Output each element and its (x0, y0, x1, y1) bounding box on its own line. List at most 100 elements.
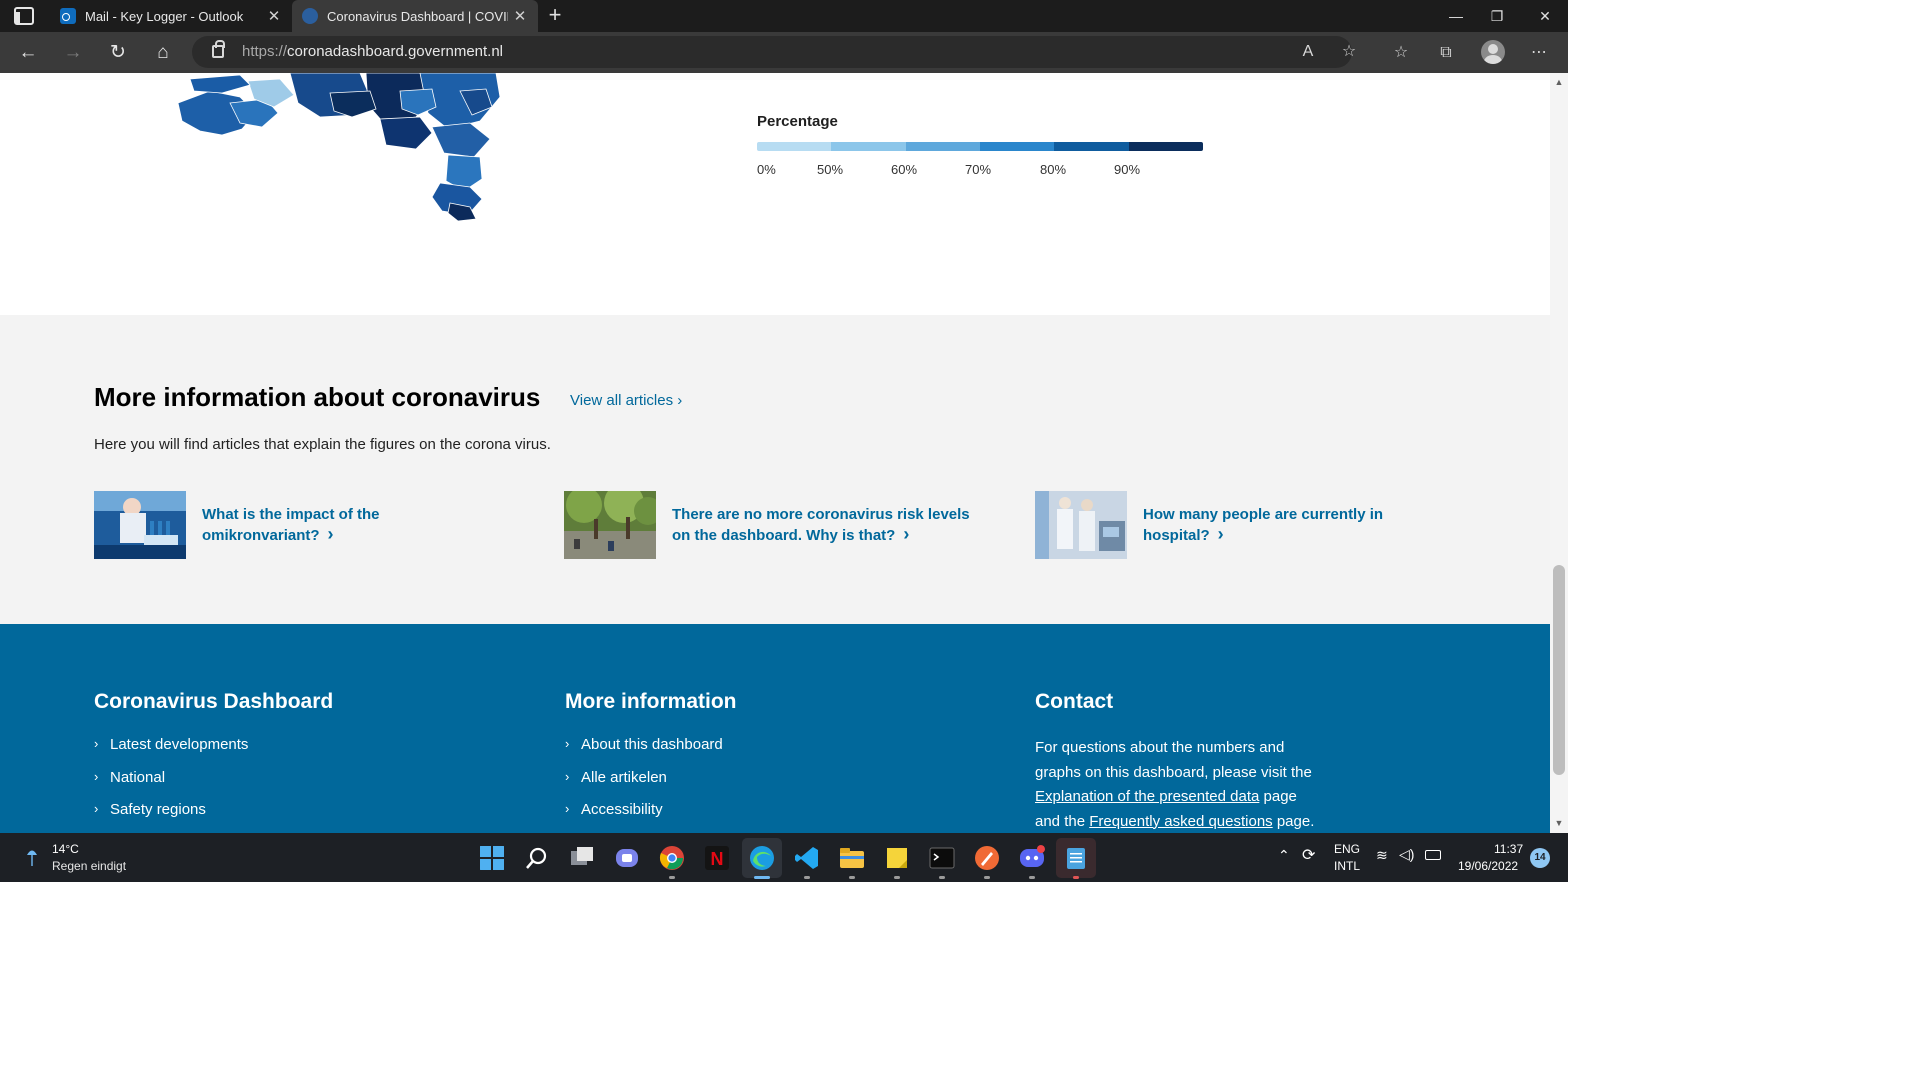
volume-icon[interactable]: ◁) (1399, 846, 1414, 863)
sync-icon[interactable]: ⟳ (1302, 845, 1315, 865)
article-title-line: How many people are currently in (1143, 506, 1384, 523)
article-title-line: What is the impact of the (202, 506, 380, 523)
footer-heading: Coronavirus Dashboard (94, 690, 334, 713)
article-card-risk-levels[interactable]: There are no more coronavirus risk level… (564, 491, 984, 559)
wifi-icon[interactable]: ≋ (1376, 847, 1388, 864)
lab-worker-image[interactable] (94, 491, 186, 559)
explanation-link[interactable]: Explanation of the presented data (1035, 788, 1259, 805)
keyboard-layout[interactable]: INTL (1334, 859, 1360, 873)
add-favorite-icon[interactable]: ☆ (1336, 39, 1362, 65)
footer-link-about[interactable]: › About this dashboard (565, 736, 737, 769)
footer-link-latest-developments[interactable]: › Latest developments (94, 736, 333, 769)
chevron-right-icon: › (565, 736, 570, 751)
hospital-staff-image[interactable] (1035, 491, 1127, 559)
article-title-line: There are no more coronavirus risk level… (672, 506, 970, 523)
legend-segment (905, 142, 980, 151)
running-indicator (1073, 876, 1079, 879)
scroll-thumb[interactable] (1553, 565, 1565, 775)
legend-tick: 50% (817, 162, 844, 177)
tab-outlook[interactable]: Mail - Key Logger - Outlook ✕ (50, 0, 292, 32)
footer-link-accessibility[interactable]: › Accessibility (565, 801, 737, 833)
scroll-down-icon[interactable]: ▼ (1553, 818, 1565, 828)
browser-nav-bar: ← → ↻ ⌂ https://coronadashboard.governme… (0, 32, 1568, 73)
clock-date[interactable]: 19/06/2022 (1458, 859, 1518, 873)
chevron-right-icon: › (327, 524, 334, 544)
weather-temperature[interactable]: 14°C (52, 842, 79, 856)
task-view-icon[interactable] (569, 845, 595, 871)
weather-description[interactable]: Regen eindigt (52, 859, 126, 873)
outlook-icon (60, 8, 76, 24)
lock-icon[interactable] (212, 40, 225, 58)
footer-link-label: National (110, 768, 166, 786)
back-button[interactable]: ← (15, 40, 41, 66)
minimize-button[interactable]: — (1441, 4, 1471, 28)
new-tab-button[interactable]: + (544, 4, 566, 26)
article-card-omicron[interactable]: What is the impact of the omikronvariant… (94, 491, 494, 559)
contact-text: For questions about the numbers and grap… (1035, 736, 1325, 833)
url-text[interactable]: https://coronadashboard.government.nl (242, 43, 503, 60)
footer-link-list: › About this dashboard › Alle artikelen › A… (565, 736, 737, 833)
address-bar[interactable]: https://coronadashboard.government.nl A … (192, 36, 1356, 68)
page-scrollbar[interactable]: ▲ ▼ (1550, 73, 1568, 833)
article-card-hospital[interactable]: How many people are currently in hospita… (1035, 491, 1435, 559)
notification-badge[interactable]: 14 (1530, 848, 1550, 868)
forward-button[interactable]: → (60, 40, 86, 66)
footer-heading: More information (565, 690, 737, 713)
footer-link-safety-regions[interactable]: › Safety regions (94, 801, 333, 833)
close-window-button[interactable]: ✕ (1530, 4, 1560, 28)
read-aloud-icon[interactable]: A (1295, 39, 1321, 65)
teams-chat-icon[interactable] (614, 845, 640, 871)
notepad-icon[interactable] (1063, 845, 1089, 871)
clock-time[interactable]: 11:37 (1494, 842, 1523, 856)
discord-icon[interactable] (1019, 845, 1045, 871)
favorites-icon[interactable]: ☆ (1388, 40, 1414, 66)
tab-coronavirus-dashboard[interactable]: Coronavirus Dashboard | COVID ✕ (292, 0, 538, 32)
close-tab-icon[interactable]: ✕ (262, 7, 286, 25)
footer-link-national[interactable]: › National (94, 769, 333, 802)
browser-tab-bar: Mail - Key Logger - Outlook ✕ Coronaviru… (0, 0, 1568, 32)
netherlands-municipality-map[interactable] (170, 73, 510, 223)
chrome-icon[interactable] (659, 845, 685, 871)
chevron-right-icon: › (94, 768, 99, 784)
terminal-icon[interactable] (929, 845, 955, 871)
article-title[interactable]: There are no more coronavirus risk level… (672, 504, 970, 546)
edge-icon[interactable] (749, 845, 775, 871)
vscode-icon[interactable] (794, 845, 820, 871)
sticky-notes-icon[interactable] (884, 845, 910, 871)
paint-app-icon[interactable] (974, 845, 1000, 871)
refresh-button[interactable]: ↻ (105, 40, 131, 66)
chevron-right-icon: › (94, 801, 99, 816)
home-button[interactable]: ⌂ (150, 40, 176, 66)
restore-button[interactable]: ❐ (1482, 4, 1512, 28)
umbrella-icon[interactable] (26, 846, 38, 868)
search-icon[interactable] (524, 845, 550, 871)
close-tab-icon[interactable]: ✕ (508, 7, 532, 25)
footer-link-articles[interactable]: › Alle artikelen (565, 769, 737, 802)
legend-segment (1128, 142, 1203, 151)
windows-start-icon[interactable] (479, 845, 505, 871)
chevron-right-icon: › (903, 524, 910, 544)
article-title[interactable]: What is the impact of the omikronvariant… (202, 504, 380, 546)
faq-link[interactable]: Frequently asked questions (1089, 813, 1272, 830)
chevron-right-icon: › (94, 736, 99, 751)
profile-avatar[interactable] (1481, 40, 1505, 64)
battery-icon[interactable] (1425, 850, 1441, 860)
section-intro: Here you will find articles that explain… (94, 436, 551, 453)
windows-taskbar: 14°C Regen eindigt N ⌃ ⟳ ENG INTL ≋ ◁) 1… (0, 833, 1568, 882)
collections-icon[interactable]: ⧉ (1433, 40, 1459, 66)
articles-section: More information about coronavirus View … (0, 315, 1550, 624)
chevron-right-icon: › (1217, 524, 1224, 544)
running-indicator (984, 876, 990, 879)
file-explorer-icon[interactable] (839, 845, 865, 871)
language-code[interactable]: ENG (1334, 842, 1360, 856)
tab-actions-icon[interactable] (14, 7, 34, 25)
park-image[interactable] (564, 491, 656, 559)
view-all-articles-link[interactable]: View all articles › (570, 392, 682, 409)
netflix-icon[interactable]: N (704, 845, 730, 871)
scroll-up-icon[interactable]: ▲ (1553, 77, 1565, 87)
article-title[interactable]: How many people are currently in hospita… (1143, 504, 1383, 546)
show-hidden-icons-chevron-icon[interactable]: ⌃ (1278, 847, 1290, 864)
legend-segment (757, 142, 832, 151)
more-options-icon[interactable]: ⋯ (1526, 40, 1552, 66)
footer-column-more-info: More information › About this dashboard ›… (565, 690, 737, 833)
